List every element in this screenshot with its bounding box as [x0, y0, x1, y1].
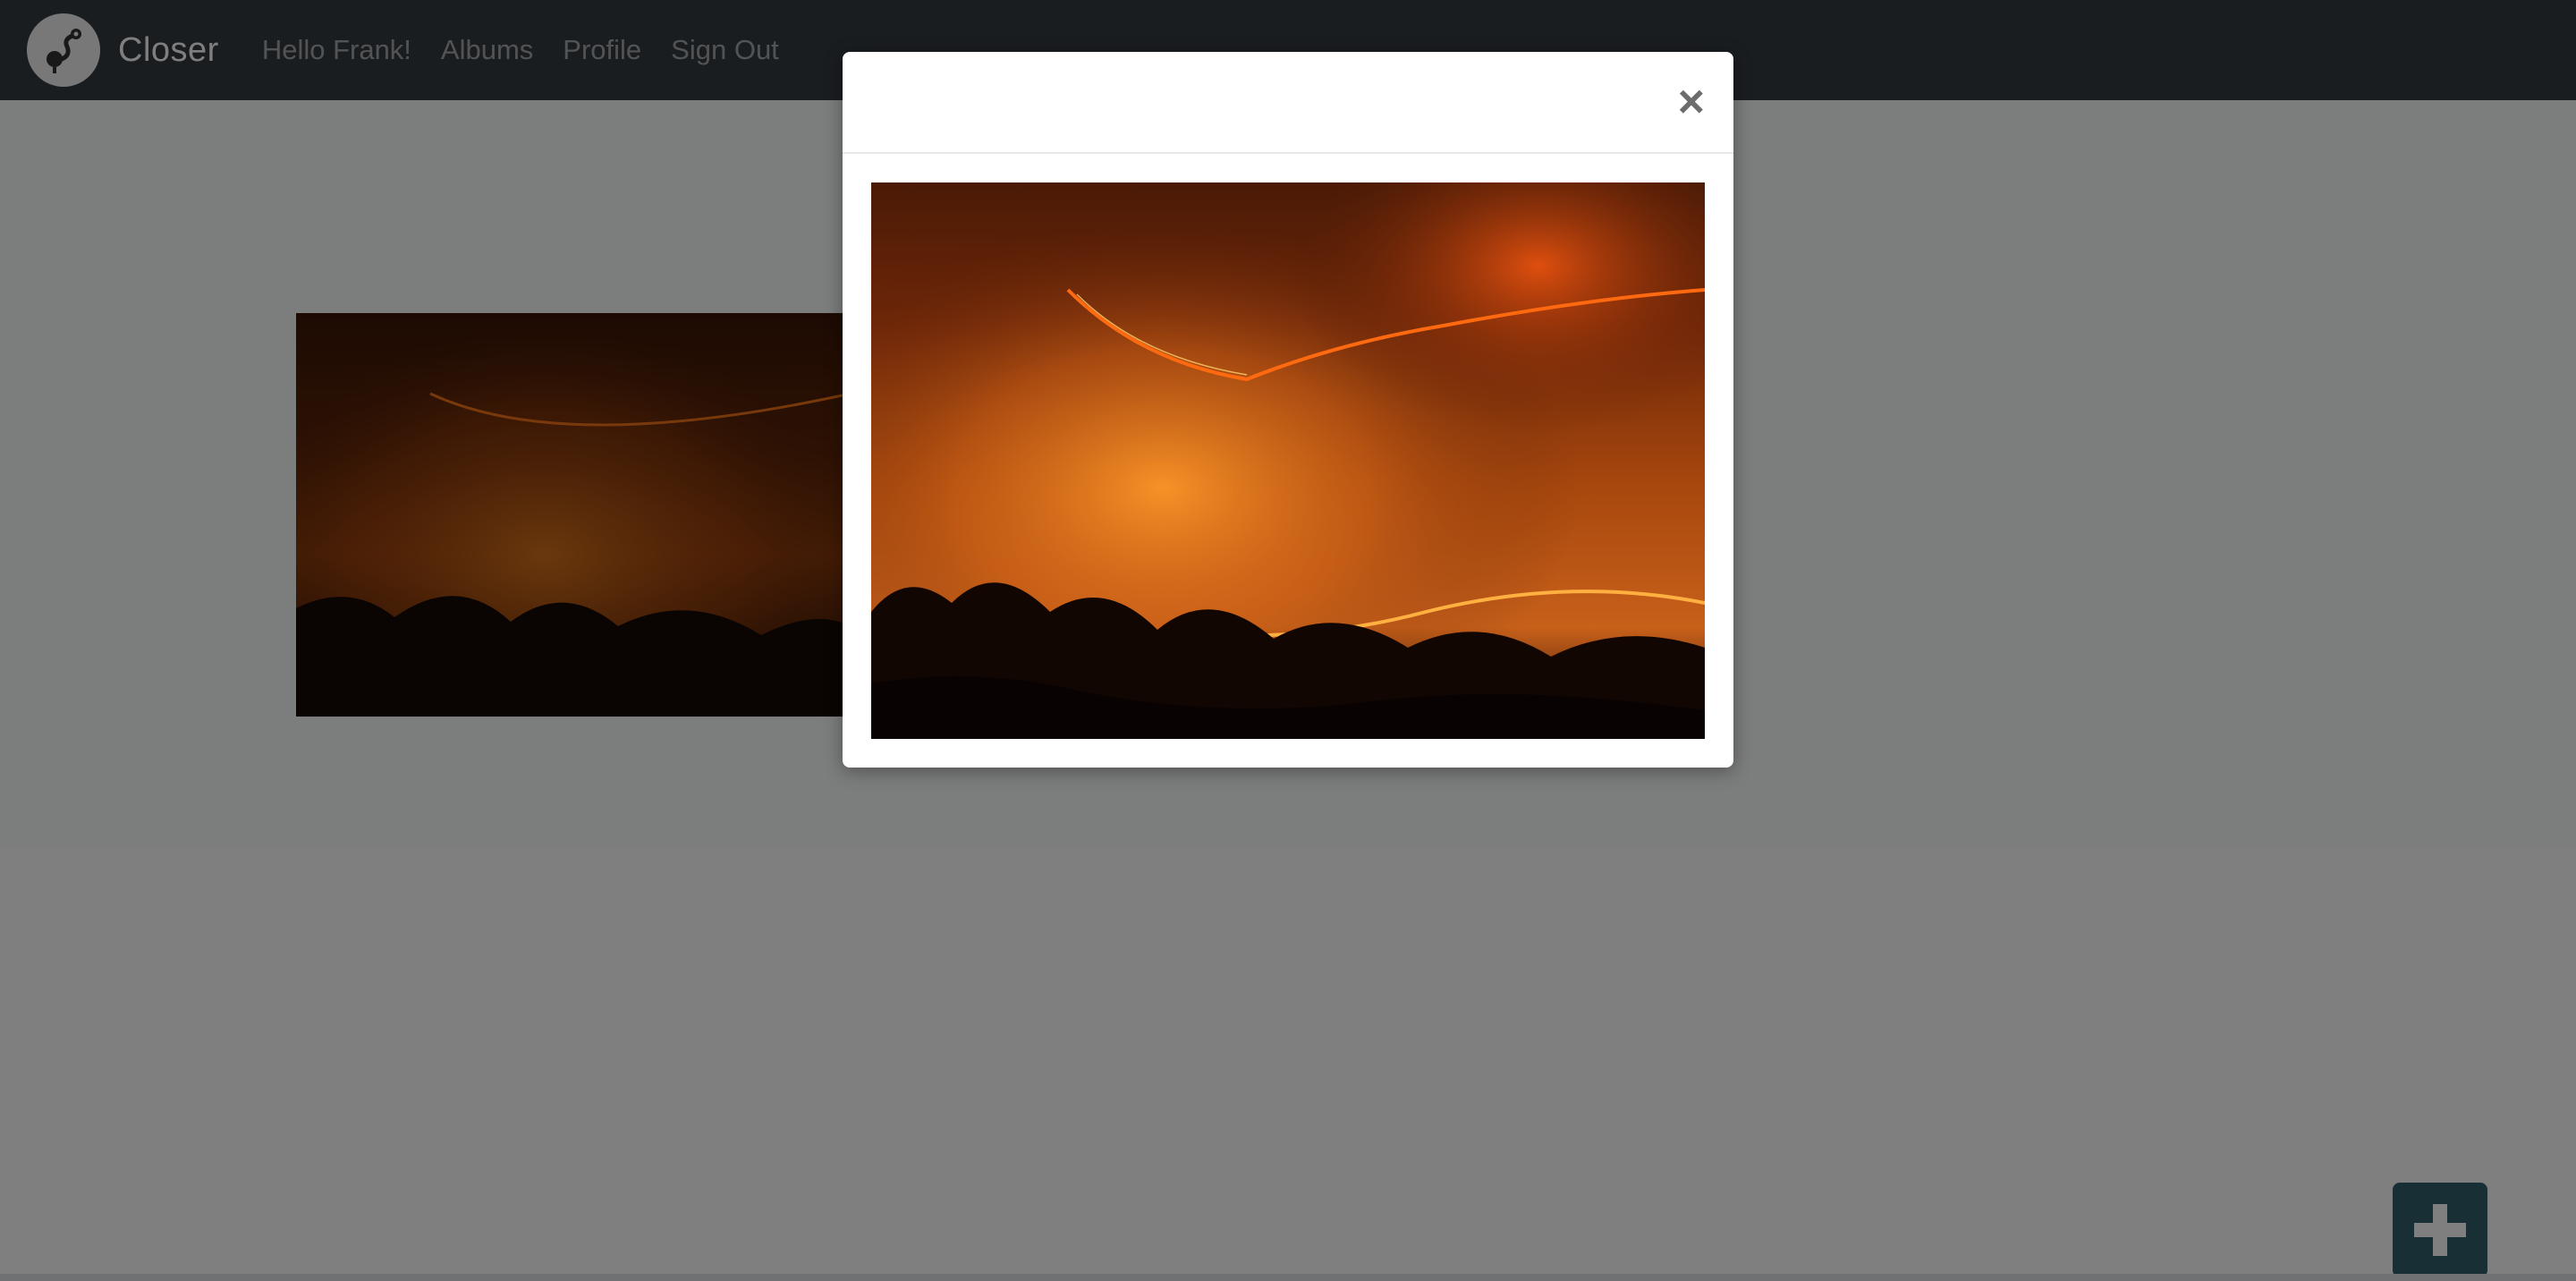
modal-photo — [871, 182, 1705, 739]
photo-modal: × — [843, 52, 1733, 768]
page: Closer Hello Frank! Albums Profile Sign … — [0, 0, 2576, 1281]
modal-header: × — [843, 52, 1733, 154]
close-button[interactable]: × — [1678, 79, 1705, 125]
